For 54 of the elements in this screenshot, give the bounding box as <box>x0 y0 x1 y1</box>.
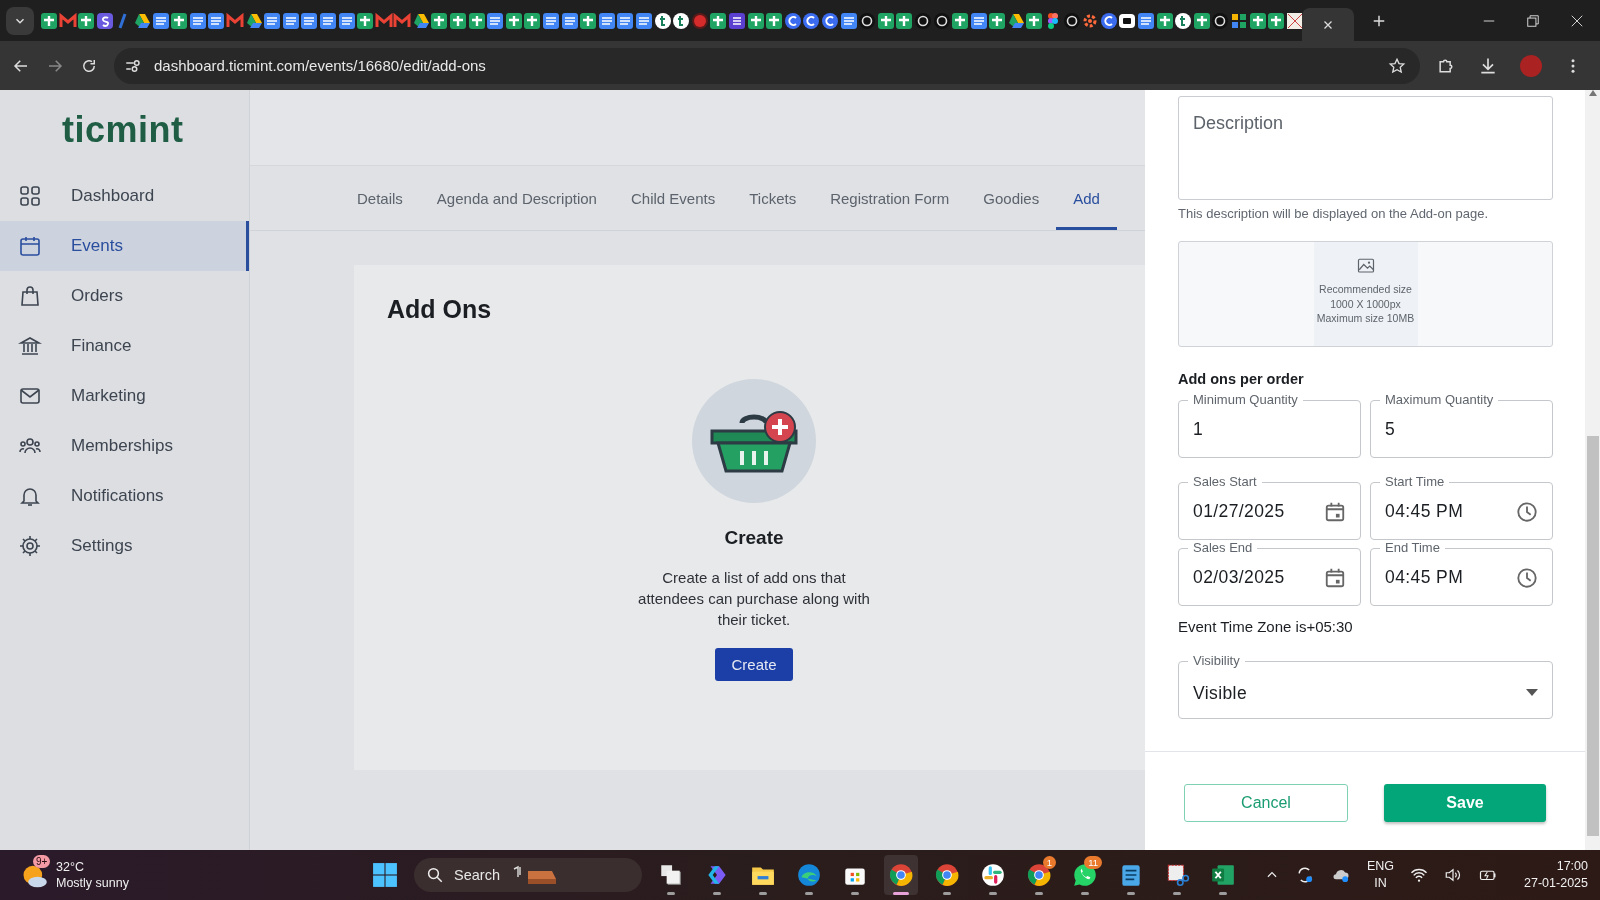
count-badge: 11 <box>1084 856 1102 869</box>
sidebar-label: Memberships <box>71 436 174 456</box>
weather-text: Mostly sunny <box>56 875 129 891</box>
sidebar-item[interactable]: Events <box>0 221 249 271</box>
timezone-text: Event Time Zone is+05:30 <box>1178 618 1354 635</box>
sidebar-label: Notifications <box>71 486 164 506</box>
sidebar-label: Dashboard <box>71 186 155 206</box>
input-field[interactable]: Sales Start 01/27/2025 <box>1178 474 1361 540</box>
sidebar-item[interactable]: Memberships <box>0 421 249 471</box>
notification-badge: 9+ <box>33 855 51 868</box>
helper-text: This description will be displayed on the Add-on page. <box>1178 206 1490 221</box>
tab[interactable]: Add <box>1056 166 1117 230</box>
sidebar-item[interactable]: Orders <box>0 271 249 321</box>
section-heading: Add ons per order <box>1178 371 1305 387</box>
ticmint-logo[interactable]: ticmint <box>62 108 184 151</box>
upload-hint: Recommended size <box>1319 282 1412 297</box>
tab[interactable]: Agenda and Description <box>419 166 614 230</box>
tab[interactable]: Registration Form <box>813 166 967 230</box>
input-field[interactable]: Minimum Quantity 1 <box>1178 392 1361 458</box>
sidebar-label: Marketing <box>71 386 146 406</box>
empty-state-title: Create <box>724 527 784 549</box>
input-field[interactable]: End Time 04:45 PM <box>1370 540 1553 606</box>
clock[interactable]: 17:00 27-01-2025 <box>1524 858 1588 892</box>
tab[interactable]: Details <box>340 166 420 230</box>
count-badge: 1 <box>1042 856 1056 869</box>
taskbar-search[interactable]: Search <box>414 858 642 892</box>
upload-hint: 1000 X 1000px <box>1330 296 1401 311</box>
input-field[interactable]: Start Time 04:45 PM <box>1370 474 1553 540</box>
sidebar-item[interactable]: Dashboard <box>0 171 249 221</box>
sidebar-item[interactable]: Settings <box>0 521 249 571</box>
sidebar-item[interactable]: Marketing <box>0 371 249 421</box>
input-field[interactable]: Maximum Quantity 5 <box>1370 392 1553 458</box>
sidebar-label: Orders <box>71 286 123 306</box>
tab[interactable]: Tickets <box>732 166 814 230</box>
tab[interactable]: Child Events <box>613 166 733 230</box>
empty-state-text: Create a list of add ons that attendees can purchase along with their ticket. <box>637 568 871 630</box>
page-title: Add Ons <box>387 295 493 324</box>
language-indicator[interactable]: ENG IN <box>1366 858 1395 892</box>
create-button[interactable]: Create <box>715 648 793 681</box>
description-field[interactable]: Description <box>1178 96 1553 200</box>
sidebar-item[interactable]: Finance <box>0 321 249 371</box>
sidebar-label: Events <box>71 236 123 256</box>
sidebar-item[interactable]: Notifications <box>0 471 249 521</box>
cancel-button[interactable]: Cancel <box>1184 784 1348 822</box>
sidebar-label: Settings <box>71 536 133 556</box>
upload-hint: Maximum size 10MB <box>1316 311 1415 326</box>
image-upload-area[interactable]: Recommended size 1000 X 1000px Maximum size 10MB <box>1178 241 1553 347</box>
tab[interactable]: Goodies <box>966 166 1057 230</box>
url-text: dashboard.ticmint.com/events/16680/edit/add-ons <box>154 57 487 74</box>
sidebar-label: Finance <box>71 336 132 356</box>
address-bar[interactable]: dashboard.ticmint.com/events/16680/edit/add-ons <box>114 47 1420 84</box>
input-field[interactable]: Sales End 02/03/2025 <box>1178 540 1361 606</box>
temperature-text: 32°C <box>56 859 85 875</box>
visibility-select[interactable]: Visibility Visible <box>1178 653 1553 719</box>
